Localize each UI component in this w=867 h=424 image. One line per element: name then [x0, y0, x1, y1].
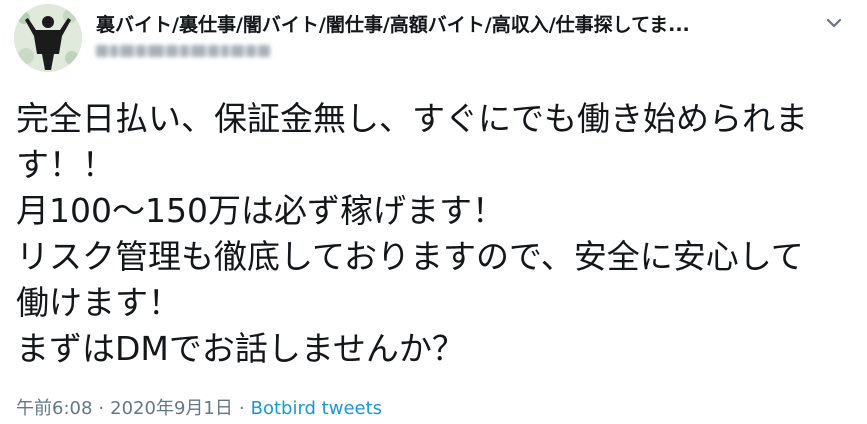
meta-separator: ·: [238, 398, 245, 419]
meta-separator: ·: [98, 398, 105, 419]
tweet-text-line: 完全日払い、保証金無し、すぐにでも働き始められま: [16, 99, 808, 138]
tweet-text-line: まずはDMでお話しませんか？: [16, 329, 465, 368]
tweet-text-line: リスク管理も徹底しておりますので、安全に安心して: [16, 237, 804, 276]
tweet-text: 完全日払い、保証金無し、すぐにでも働き始められま す！！ 月100〜150万は必…: [16, 96, 856, 372]
tweet-date[interactable]: 2020年9月1日: [110, 398, 233, 419]
tweet-text-line: す！！: [16, 145, 115, 184]
tweet-meta: 午前6:08 · 2020年9月1日 · Botbird tweets: [16, 394, 382, 420]
avatar[interactable]: [14, 4, 82, 72]
tweet-card: 裏バイト/裏仕事/闇バイト/闇仕事/高額バイト/高収入/仕事探してま... 完全…: [0, 0, 867, 424]
source-link[interactable]: Botbird tweets: [251, 398, 382, 419]
chevron-down-icon[interactable]: [823, 12, 845, 34]
tweet-text-line: 働けます！: [16, 283, 181, 322]
silhouette-avatar-icon: [14, 4, 82, 72]
tweet-text-line: 月100〜150万は必ず稼げます！: [16, 191, 505, 230]
author-handle-blurred: [96, 40, 311, 62]
tweet-time[interactable]: 午前6:08: [16, 398, 92, 419]
author-display-name[interactable]: 裏バイト/裏仕事/闇バイト/闇仕事/高額バイト/高収入/仕事探してま...: [96, 10, 690, 37]
